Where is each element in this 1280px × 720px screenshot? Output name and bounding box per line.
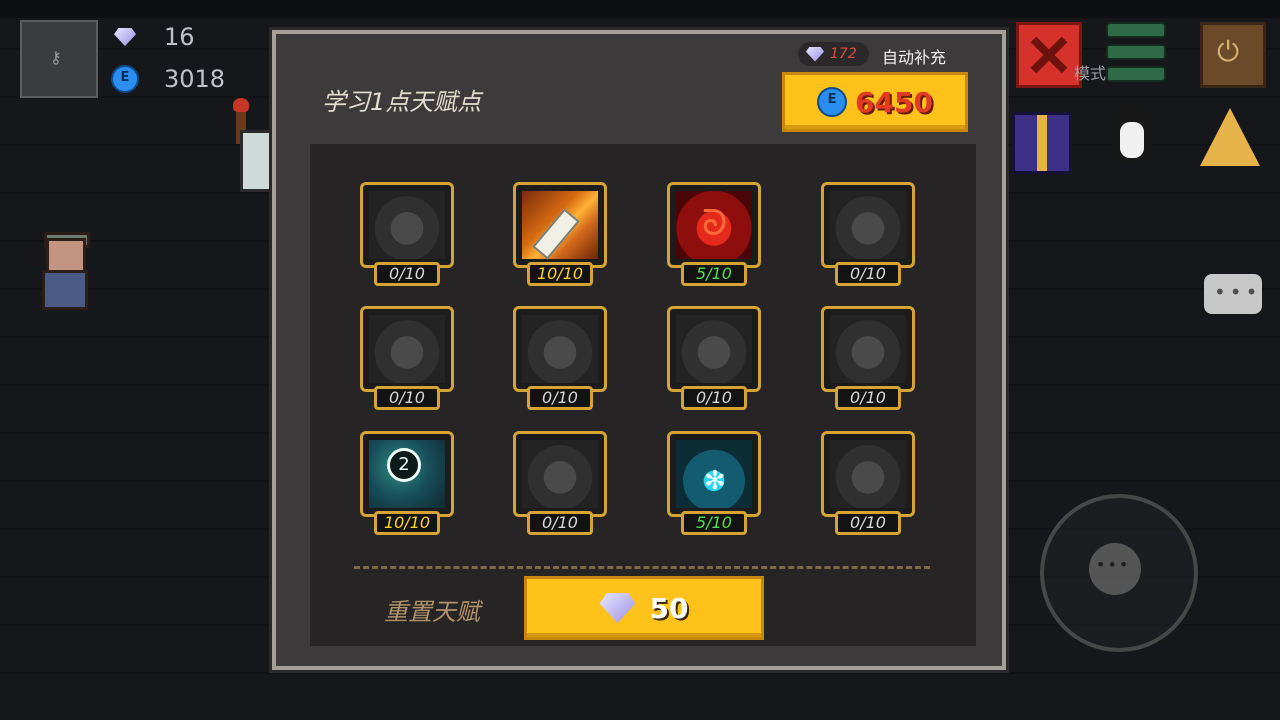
gem-count: 16 (164, 23, 195, 51)
gem-counter-row: 16 (110, 22, 195, 52)
talent-frame (821, 306, 915, 392)
talent-frame (821, 182, 915, 268)
drop-icon (830, 191, 906, 259)
sword-icon (522, 191, 598, 259)
talent-frame (360, 306, 454, 392)
talent-level: 0/10 (835, 262, 901, 286)
item-slot[interactable]: ⚷ (20, 20, 98, 98)
talent-frame (513, 182, 607, 268)
player-body (42, 270, 88, 310)
menu-button[interactable] (1106, 22, 1166, 82)
talent-level: 10/10 (527, 262, 593, 286)
coin-counter-row: E 3018 (110, 64, 225, 94)
chat-icon[interactable] (1204, 274, 1262, 314)
coin-count: 3018 (164, 65, 226, 93)
dungeon-wall (0, 0, 1280, 18)
talent-frame (667, 431, 761, 517)
mode-label: 模式 (1074, 64, 1107, 83)
virtual-joystick[interactable] (1040, 494, 1198, 652)
talent-level: 0/10 (681, 386, 747, 410)
slot-one-icon (522, 315, 598, 383)
learn-talent-button[interactable]: E 6450 (782, 72, 968, 132)
talent-frost[interactable]: 5/10 (667, 431, 761, 537)
slot-two-icon (369, 440, 445, 508)
talent-frame (513, 306, 607, 392)
reset-talent-label: 重置天赋 (384, 598, 480, 626)
talent-drop[interactable]: 0/10 (821, 182, 915, 288)
dashed-divider (354, 566, 930, 569)
auto-refill-toggle[interactable]: 自动补充 (882, 44, 946, 68)
heart-icon (369, 191, 445, 259)
talent-slot-three[interactable]: 0/10 (513, 431, 607, 537)
talent-bubble[interactable]: 0/10 (360, 306, 454, 412)
lightning-icon (830, 315, 906, 383)
pause-button[interactable] (1200, 22, 1266, 88)
talent-dialog: 172 自动补充 学习1点天赋点 E 6450 0/10 10/10 5/10 … (272, 30, 1006, 670)
player-character (36, 232, 92, 314)
talent-shadow[interactable]: 0/10 (667, 306, 761, 412)
close-button[interactable] (1016, 22, 1082, 88)
coin-icon: E (817, 87, 848, 117)
talent-level: 5/10 (681, 262, 747, 286)
menu-bar (1106, 44, 1166, 60)
talent-frame (667, 306, 761, 392)
reset-talent-button[interactable]: 50 (524, 576, 764, 640)
dialog-gem-counter: 172 (798, 42, 869, 66)
talent-level: 0/10 (527, 386, 593, 410)
menu-bar (1106, 66, 1166, 82)
gift-box-icon[interactable] (1012, 112, 1072, 174)
learn-cost: 6450 (855, 85, 933, 119)
talent-slot-two[interactable]: 10/10 (360, 431, 454, 537)
talent-lightning[interactable]: 0/10 (821, 306, 915, 412)
gem-icon (599, 593, 636, 623)
talent-grid: 0/10 10/10 5/10 0/10 0/10 0/10 0/10 0/ (310, 144, 976, 646)
bubble-icon (369, 315, 445, 383)
penguin-icon[interactable] (1112, 104, 1152, 164)
talent-frame (821, 431, 915, 517)
talent-frame (513, 431, 607, 517)
menu-bar (1106, 22, 1166, 38)
talent-sword[interactable]: 10/10 (513, 182, 607, 288)
gem-icon (110, 22, 140, 52)
dialog-gem-count: 172 (830, 46, 857, 62)
gem-icon (806, 46, 824, 62)
talent-fire[interactable]: 5/10 (667, 182, 761, 288)
talent-frame (667, 182, 761, 268)
talent-frame (360, 431, 454, 517)
talent-frame (360, 182, 454, 268)
fire-icon (676, 191, 752, 259)
dialog-title: 学习1点天赋点 (322, 88, 482, 116)
talent-slot-one[interactable]: 0/10 (513, 306, 607, 412)
slot-three-icon (522, 440, 598, 508)
talent-level: 0/10 (374, 262, 440, 286)
talent-level: 0/10 (835, 511, 901, 535)
frost-icon (676, 440, 752, 508)
talent-level: 0/10 (527, 511, 593, 535)
talent-level: 0/10 (835, 386, 901, 410)
shadow-icon (676, 315, 752, 383)
talent-level: 5/10 (681, 511, 747, 535)
coin-icon: E (110, 64, 140, 94)
joystick-knob[interactable] (1089, 543, 1141, 595)
reset-cost: 50 (649, 591, 689, 625)
key-icon: ⚷ (50, 48, 62, 67)
talent-heart[interactable]: 0/10 (360, 182, 454, 288)
talent-level: 0/10 (374, 386, 440, 410)
talent-eye[interactable]: 0/10 (821, 431, 915, 537)
talent-level: 10/10 (374, 511, 440, 535)
player-head (46, 238, 86, 274)
eye-icon (830, 440, 906, 508)
